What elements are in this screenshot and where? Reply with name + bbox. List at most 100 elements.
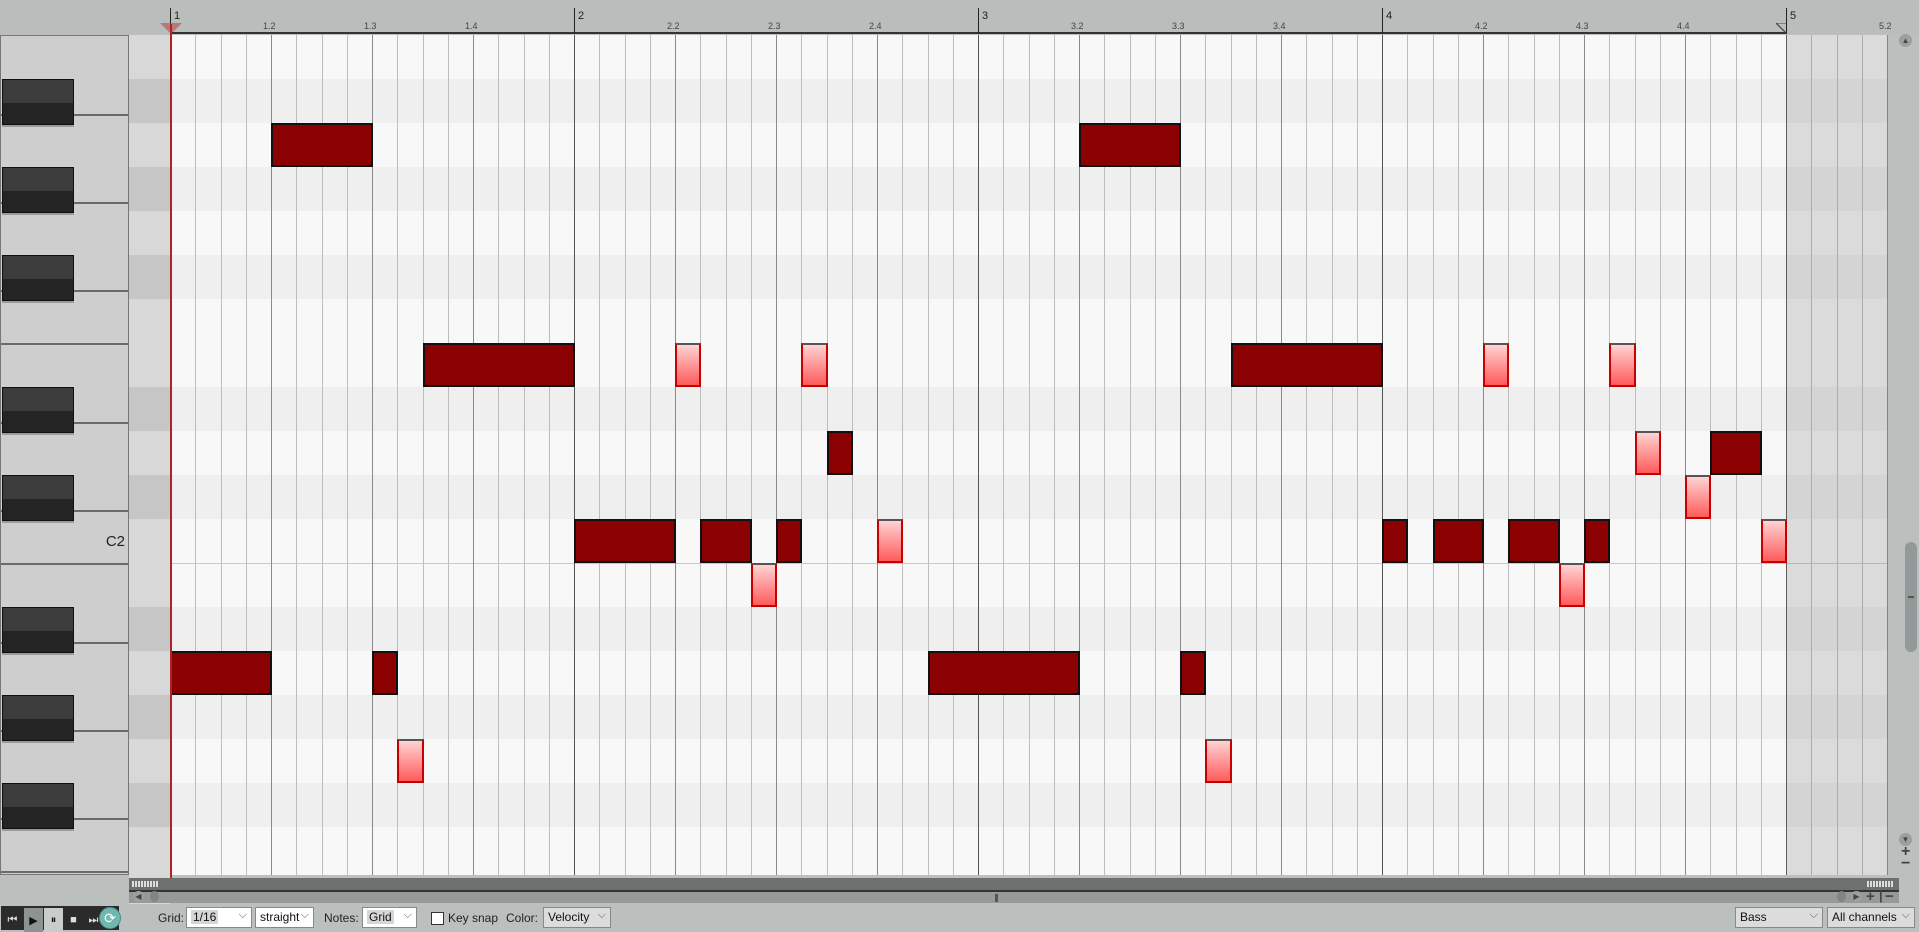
sixteenth-line: [1357, 35, 1358, 875]
resize-grip-right-icon[interactable]: [1867, 881, 1893, 887]
midi-note[interactable]: [1559, 563, 1585, 607]
midi-note[interactable]: [372, 651, 398, 695]
midi-note[interactable]: [1180, 651, 1206, 695]
midi-note[interactable]: [1079, 123, 1181, 167]
black-key[interactable]: [2, 607, 74, 653]
after-end-region: [1786, 35, 1888, 875]
midi-note[interactable]: [1584, 519, 1610, 563]
stop-button[interactable]: ■: [64, 908, 83, 932]
black-key[interactable]: [2, 695, 74, 741]
horizontal-zoom-out-icon[interactable]: −: [1885, 888, 1894, 905]
midi-note[interactable]: [751, 563, 777, 607]
beat-label: 2.2: [667, 21, 680, 31]
sixteenth-line: [498, 35, 499, 875]
key-snap-checkbox[interactable]: [431, 912, 444, 925]
notes-snap-select[interactable]: Grid ⌵: [362, 907, 417, 928]
loop-end-marker-icon[interactable]: [1776, 23, 1786, 33]
midi-note[interactable]: [1635, 431, 1661, 475]
midi-note[interactable]: [1685, 475, 1711, 519]
horizontal-scrollbar[interactable]: ◀ ▶ + | −: [129, 888, 1899, 905]
gutter-row: [129, 519, 170, 563]
sixteenth-line: [1306, 35, 1307, 875]
midi-note[interactable]: [877, 519, 903, 563]
midi-note[interactable]: [928, 651, 1080, 695]
bar-label: 1: [174, 10, 181, 22]
midi-note[interactable]: [423, 343, 575, 387]
midi-note[interactable]: [1609, 343, 1636, 387]
beat-label: 2.3: [768, 21, 781, 31]
scroll-end-dot[interactable]: [1837, 891, 1846, 902]
midi-note[interactable]: [776, 519, 802, 563]
gutter-row: [129, 739, 170, 783]
timeline-ruler[interactable]: 1 1.2 1.3 1.4 2 2.2 2.3 2.4 3 3.2 3.3 3.4 4 4.2 4.3 4.4…: [0, 0, 1919, 34]
skip-to-start-button[interactable]: ⏮: [3, 908, 22, 932]
pitch-gutter: [129, 35, 170, 915]
sixteenth-line: [650, 35, 651, 875]
grid-size-select[interactable]: 1/16 ⌵: [186, 907, 252, 928]
sixteenth-line: [1458, 35, 1459, 875]
bar-label: 3: [982, 10, 989, 22]
beat-label: 1.2: [263, 21, 276, 31]
thumb-grip: [1908, 596, 1914, 598]
black-key[interactable]: [2, 475, 74, 521]
loop-toggle-button[interactable]: ⟳: [99, 907, 121, 929]
black-key[interactable]: [2, 167, 74, 213]
gutter-row: [129, 387, 170, 431]
vertical-zoom-out-icon[interactable]: −: [1901, 855, 1910, 873]
midi-note[interactable]: [1710, 431, 1762, 475]
midi-note[interactable]: [801, 343, 828, 387]
cc-lane-divider[interactable]: [129, 878, 1899, 892]
midi-note[interactable]: [1382, 519, 1408, 563]
color-mode-value: Velocity: [548, 910, 590, 924]
sixteenth-line: [599, 35, 600, 875]
midi-note[interactable]: [574, 519, 676, 563]
midi-note[interactable]: [271, 123, 373, 167]
midi-note[interactable]: [1761, 519, 1787, 563]
pause-button[interactable]: ⏸: [44, 908, 63, 932]
color-mode-select[interactable]: Velocity ⌵: [543, 907, 611, 928]
note-grid[interactable]: [170, 35, 1888, 875]
sixteenth-line: [928, 35, 929, 875]
track-select[interactable]: Bass ⌵: [1735, 907, 1823, 928]
bar-line: [574, 35, 575, 875]
scroll-up-icon[interactable]: ▲: [1899, 34, 1912, 47]
midi-note[interactable]: [675, 343, 701, 387]
resize-grip-left-icon[interactable]: [132, 881, 158, 887]
midi-note[interactable]: [1483, 343, 1509, 387]
midi-note[interactable]: [827, 431, 853, 475]
beat-line: [1685, 35, 1686, 875]
black-key[interactable]: [2, 79, 74, 125]
channel-select[interactable]: All channels ⌵: [1827, 907, 1915, 928]
horizontal-zoom-in-icon[interactable]: +: [1866, 888, 1875, 905]
sixteenth-line: [625, 35, 626, 875]
midi-note[interactable]: [1205, 739, 1232, 783]
black-key[interactable]: [2, 255, 74, 301]
midi-note[interactable]: [170, 651, 272, 695]
beat-line: [1483, 35, 1484, 875]
scroll-right-icon[interactable]: ▶: [1851, 891, 1862, 902]
black-key[interactable]: [2, 783, 74, 829]
black-key-highlight: [3, 608, 73, 631]
piano-keyboard[interactable]: C2: [0, 35, 129, 875]
grid-mode-select[interactable]: straight ⌵: [255, 907, 314, 928]
sixteenth-line: [549, 35, 550, 875]
gutter-row: [129, 651, 170, 695]
vertical-scroll-thumb[interactable]: [1905, 542, 1917, 652]
midi-note[interactable]: [700, 519, 752, 563]
bar-line: [978, 35, 979, 875]
midi-note[interactable]: [1508, 519, 1560, 563]
sixteenth-line: [902, 35, 903, 875]
black-key[interactable]: [2, 387, 74, 433]
sixteenth-line: [1559, 35, 1560, 875]
black-key-highlight: [3, 256, 73, 279]
horizontal-scroll-thumb[interactable]: [995, 894, 998, 902]
chevron-down-icon: ⌵: [1809, 909, 1818, 921]
vertical-scrollbar[interactable]: ▲ ▼ + −: [1888, 34, 1919, 878]
scroll-position-dot[interactable]: [150, 891, 159, 902]
midi-note[interactable]: [1433, 519, 1484, 563]
scroll-left-icon[interactable]: ◀: [133, 891, 144, 902]
white-key-separator: [1, 343, 128, 345]
midi-note[interactable]: [1231, 343, 1383, 387]
midi-note[interactable]: [397, 739, 424, 783]
play-button[interactable]: ▶: [24, 908, 43, 932]
